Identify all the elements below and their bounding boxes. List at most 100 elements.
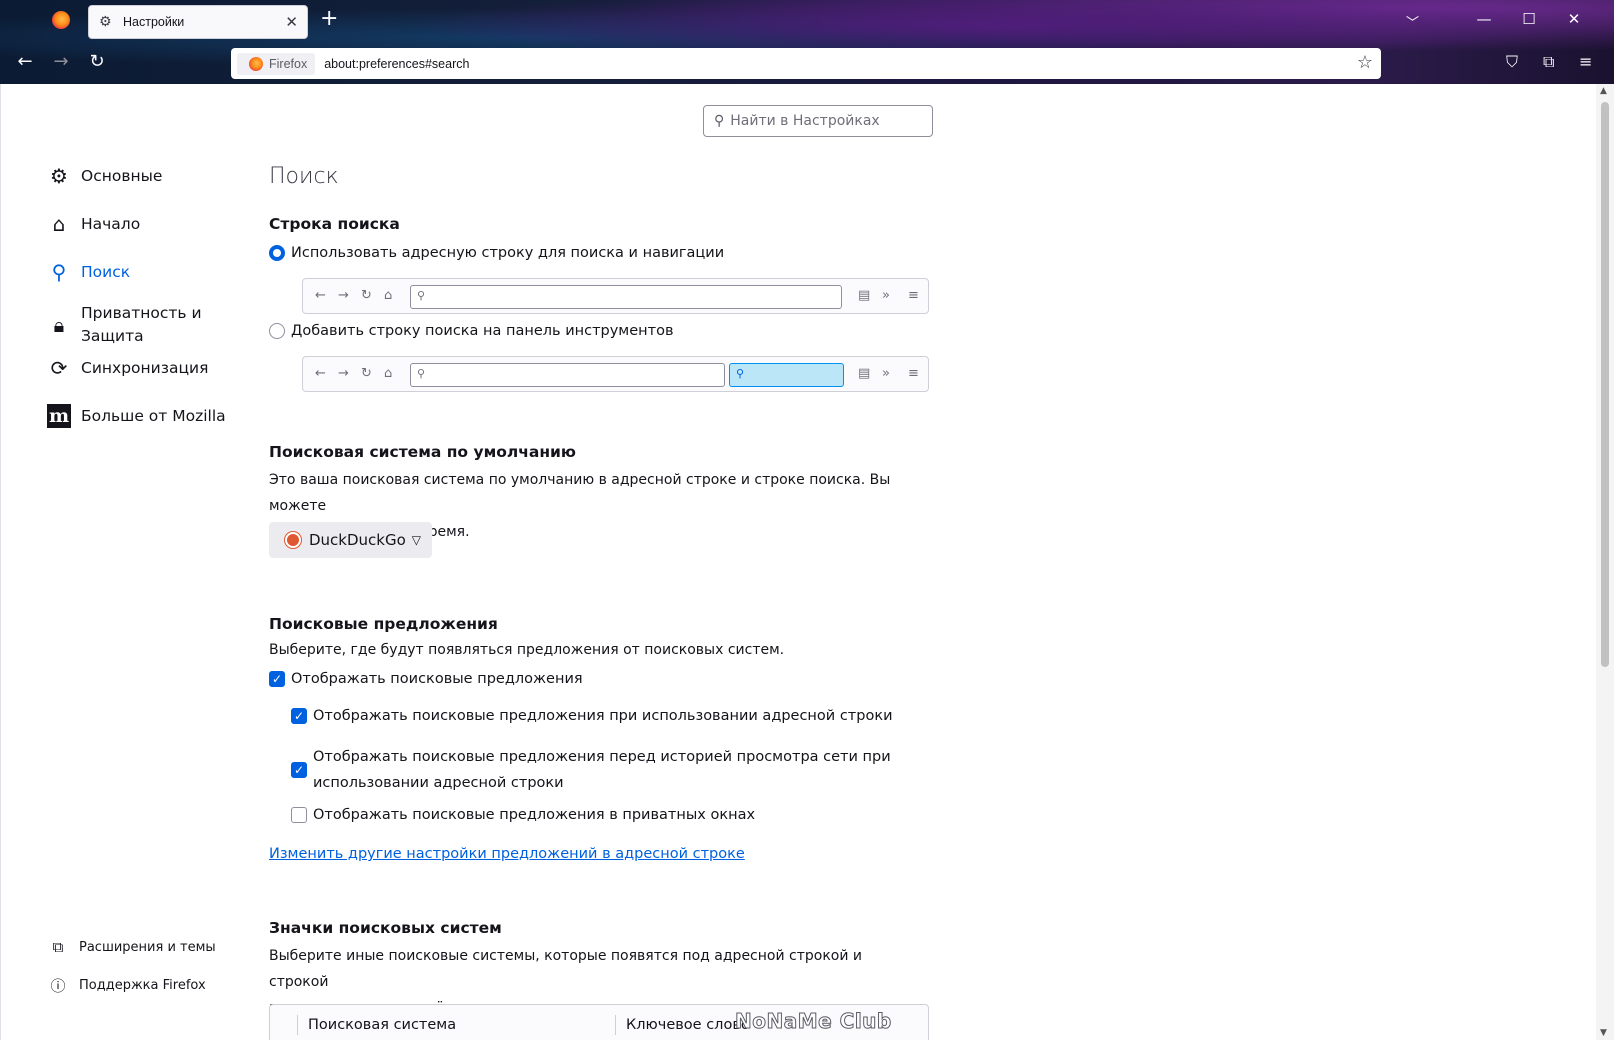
pocket-icon[interactable]: ⛉ bbox=[1506, 53, 1518, 71]
lock-icon: 🔒︎ bbox=[53, 313, 65, 337]
checkbox-label: Отображать поисковые предложения bbox=[291, 671, 583, 687]
checkbox[interactable]: ✓ bbox=[269, 671, 285, 687]
checkbox[interactable]: ✓ bbox=[291, 762, 307, 778]
identity-label: Firefox bbox=[269, 56, 308, 71]
search-settings-input[interactable] bbox=[730, 113, 921, 129]
column-header-keyword[interactable]: Ключевое слово bbox=[615, 1015, 750, 1035]
radio-button[interactable] bbox=[269, 323, 285, 339]
browser-chrome: ⚙ Настройки ✕ + ﹀ — ☐ ✕ ← → ↻ Firefox ab… bbox=[0, 0, 1614, 84]
menu-icon: ≡ bbox=[908, 366, 919, 381]
tab-title: Настройки bbox=[123, 15, 185, 29]
sidebar-item-label: Синхронизация bbox=[81, 359, 209, 377]
home-icon: ⌂ bbox=[52, 212, 66, 236]
sidebar-footer-label: Расширения и темы bbox=[79, 939, 216, 955]
search-bar-preview: ← → ↻ ⌂ ⚲ ⚲ ▤ » ≡ bbox=[302, 356, 929, 392]
sidebar-item-label: Приватность и Защита bbox=[81, 302, 202, 348]
reload-icon: ↻ bbox=[361, 288, 372, 303]
new-tab-icon[interactable]: + bbox=[320, 8, 338, 30]
forward-icon: → bbox=[338, 366, 349, 381]
mozilla-icon: m bbox=[47, 404, 71, 428]
checkbox-suggestions-address-bar[interactable]: ✓ Отображать поисковые предложения при и… bbox=[291, 708, 893, 724]
help-icon: ⓘ bbox=[50, 977, 66, 995]
change-suggestion-settings-link[interactable]: Изменить другие настройки предложений в … bbox=[269, 846, 745, 862]
checkbox-suggestions-before-history[interactable]: ✓ Отображать поисковые предложения перед… bbox=[291, 744, 891, 796]
back-icon[interactable]: ← bbox=[14, 53, 36, 71]
back-icon: ← bbox=[315, 288, 326, 303]
sidebar-item-more-from-mozilla[interactable]: m Больше от Mozilla bbox=[47, 404, 226, 428]
search-icon: ⚲ bbox=[714, 113, 725, 129]
reader-icon: ▤ bbox=[858, 288, 871, 303]
checkbox-label: Отображать поисковые предложения при исп… bbox=[313, 708, 893, 724]
checkbox-show-suggestions[interactable]: ✓ Отображать поисковые предложения bbox=[269, 671, 583, 687]
radio-label: Использовать адресную строку для поиска … bbox=[291, 245, 725, 261]
sidebar-item-label-line2: Защита bbox=[81, 327, 144, 345]
overflow-icon: » bbox=[882, 288, 890, 303]
sidebar-item-general[interactable]: ⚙ Основные bbox=[47, 164, 162, 188]
sidebar-item-label: Поиск bbox=[81, 263, 131, 281]
scroll-up-icon[interactable]: ▲ bbox=[1600, 86, 1607, 96]
sidebar-item-label: Основные bbox=[81, 167, 163, 185]
search-icon: ⚲ bbox=[417, 367, 426, 380]
sidebar-item-search[interactable]: ⚲ Поиск bbox=[47, 260, 130, 284]
engines-table-header: Поисковая система Ключевое слово NoNaMe … bbox=[269, 1004, 929, 1040]
sidebar-item-label: Начало bbox=[81, 215, 141, 233]
checkbox[interactable] bbox=[291, 807, 307, 823]
sidebar-item-home[interactable]: ⌂ Начало bbox=[47, 212, 141, 236]
scroll-down-icon[interactable]: ▼ bbox=[1600, 1028, 1607, 1038]
radio-use-address-bar[interactable]: Использовать адресную строку для поиска … bbox=[269, 245, 724, 261]
suggestions-heading: Поисковые предложения bbox=[269, 615, 498, 633]
sidebar-item-sync[interactable]: ⟳ Синхронизация bbox=[47, 356, 209, 380]
search-shortcuts-heading: Значки поисковых систем bbox=[269, 919, 502, 937]
bookmark-star-icon[interactable]: ☆ bbox=[1357, 52, 1373, 73]
gear-icon: ⚙ bbox=[50, 164, 68, 188]
list-all-tabs-icon[interactable]: ﹀ bbox=[1406, 12, 1419, 31]
menu-icon[interactable]: ≡ bbox=[1579, 53, 1592, 71]
checkbox-label: Отображать поисковые предложения в прива… bbox=[313, 807, 756, 823]
preview-search-bar: ⚲ bbox=[729, 363, 844, 387]
firefox-identity-icon bbox=[249, 56, 263, 71]
maximize-icon[interactable]: ☐ bbox=[1519, 10, 1539, 28]
sidebar-footer-support[interactable]: ⓘ Поддержка Firefox bbox=[49, 975, 206, 996]
default-engine-heading: Поисковая система по умолчанию bbox=[269, 443, 576, 461]
checkbox-label-line2: использовании адресной строки bbox=[313, 775, 564, 791]
scrollbar-thumb[interactable] bbox=[1601, 102, 1609, 667]
menu-icon: ≡ bbox=[908, 288, 919, 303]
chevron-down-icon: ▽ bbox=[411, 533, 422, 547]
checkbox-suggestions-private[interactable]: Отображать поисковые предложения в прива… bbox=[291, 807, 755, 823]
preview-url-bar: ⚲ bbox=[410, 285, 842, 309]
minimize-icon[interactable]: — bbox=[1474, 10, 1494, 28]
checkbox[interactable]: ✓ bbox=[291, 708, 307, 724]
address-bar[interactable]: Firefox about:preferences#search ☆ bbox=[231, 48, 1381, 79]
preferences-page: ⚲ ⚙ Основные ⌂ Начало ⚲ Поиск 🔒︎ Приватн… bbox=[0, 84, 1596, 1040]
extensions-icon[interactable]: ⧉ bbox=[1543, 53, 1554, 71]
duckduckgo-icon bbox=[285, 532, 301, 548]
column-header-engine[interactable]: Поисковая система bbox=[297, 1015, 456, 1035]
home-icon: ⌂ bbox=[384, 288, 393, 303]
tab-settings[interactable]: ⚙ Настройки ✕ bbox=[88, 5, 308, 39]
close-window-icon[interactable]: ✕ bbox=[1564, 10, 1584, 28]
sidebar-item-label-line1: Приватность и bbox=[81, 304, 202, 322]
back-icon: ← bbox=[315, 366, 326, 381]
url-text[interactable]: about:preferences#search bbox=[324, 57, 469, 71]
close-tab-icon[interactable]: ✕ bbox=[285, 14, 298, 30]
search-icon: ⚲ bbox=[417, 289, 426, 302]
reload-icon[interactable]: ↻ bbox=[86, 53, 108, 71]
radio-button[interactable] bbox=[269, 245, 285, 261]
identity-box[interactable]: Firefox bbox=[237, 52, 316, 75]
page-scrollbar[interactable]: ▲ ▼ bbox=[1596, 84, 1614, 1040]
search-settings-field[interactable]: ⚲ bbox=[703, 105, 933, 137]
radio-add-search-bar[interactable]: Добавить строку поиска на панель инструм… bbox=[269, 323, 674, 339]
reader-icon: ▤ bbox=[858, 366, 871, 381]
firefox-logo-icon[interactable] bbox=[52, 11, 70, 29]
reload-icon: ↻ bbox=[361, 366, 372, 381]
forward-icon[interactable]: → bbox=[50, 53, 72, 71]
default-engine-dropdown[interactable]: DuckDuckGo ▽ bbox=[269, 522, 432, 558]
search-icon: ⚲ bbox=[51, 260, 67, 284]
home-icon: ⌂ bbox=[384, 366, 393, 381]
sidebar-item-privacy[interactable]: 🔒︎ Приватность и Защита bbox=[47, 302, 202, 348]
sidebar-footer-label: Поддержка Firefox bbox=[79, 978, 206, 993]
sidebar-footer-extensions[interactable]: ⧉ Расширения и темы bbox=[49, 938, 216, 956]
description-line1: Это ваша поисковая система по умолчанию … bbox=[269, 472, 891, 514]
search-icon: ⚲ bbox=[736, 367, 745, 380]
sync-icon: ⟳ bbox=[50, 356, 68, 380]
